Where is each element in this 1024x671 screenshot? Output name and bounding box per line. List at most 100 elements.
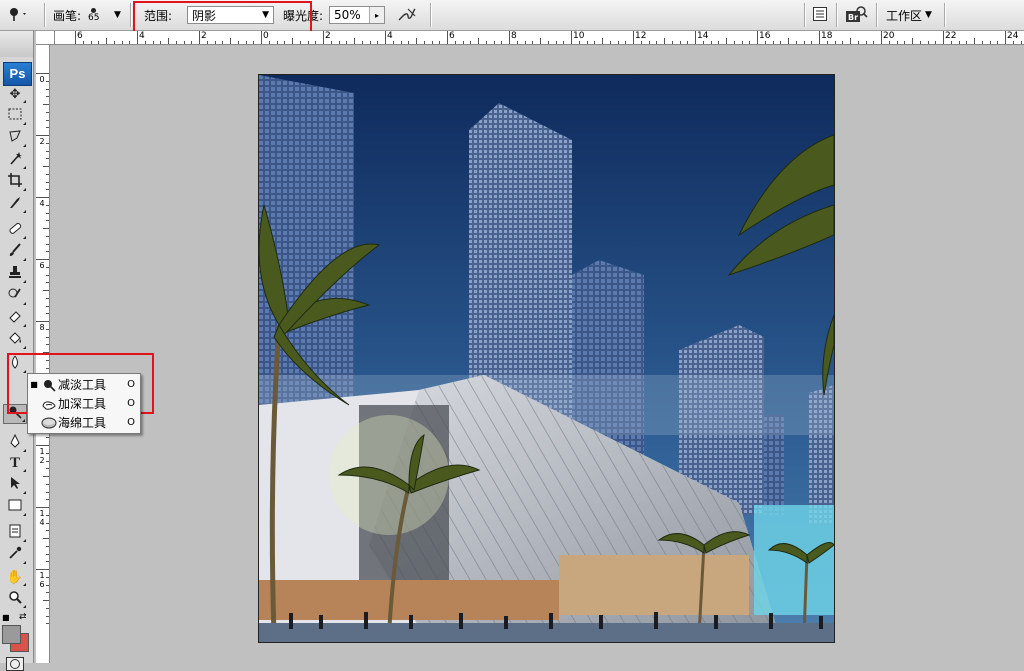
ruler-tick [43,538,49,539]
dodge-tool-menu-item[interactable]: ■ 减淡工具 O [28,375,140,394]
ruler-tick [834,41,836,44]
workspace-menu[interactable]: 工作区 ▼ [886,0,932,30]
ruler-tick-label: 1 4 [39,509,45,527]
sponge-icon [40,416,58,430]
slice-tool[interactable] [3,194,27,214]
quick-mask-icon [10,659,20,669]
ruler-tick [710,41,712,44]
ruler-tick [46,181,49,183]
pen-tool[interactable] [3,433,27,453]
magnifier-icon [8,590,22,608]
marquee-tool[interactable] [3,106,27,126]
foreground-color-swatch[interactable] [2,625,21,644]
ruler-tick [904,41,906,44]
ruler-tick [447,31,448,44]
ruler-tick [338,41,340,44]
ruler-tick [46,313,49,315]
ruler-tick [46,150,49,152]
ruler-tick [943,31,944,44]
ruler-tick [470,41,472,44]
horizontal-ruler[interactable]: 6 4 2 0 2 4 6 8 10 12 14 16 18 20 22 24 [55,31,1024,45]
ruler-tick [46,142,49,144]
exposure-slider-button[interactable]: ▸ [369,7,384,23]
options-bar: 画笔: 65 ▼ 范围: 阴影 ▼ 曝光度: 50% ▸ Br 工作区 ▼ [0,0,1024,31]
ruler-tick [640,41,642,44]
zoom-tool[interactable] [3,589,27,609]
burn-tool-menu-item[interactable]: 加深工具 O [28,394,140,413]
ruler-tick-label: 14 [697,31,709,41]
move-tool[interactable]: ✥ [3,84,27,104]
ruler-tick [555,41,557,44]
ruler-tick [137,31,138,44]
toolbox-title-bar[interactable] [0,31,33,57]
blur-tool[interactable] [3,354,27,374]
ruler-tick [43,476,49,477]
paint-bucket-tool[interactable] [3,330,27,350]
eyedropper-tool[interactable] [3,545,27,565]
history-brush-tool[interactable] [3,286,27,306]
type-tool[interactable]: T [3,453,27,473]
shape-tool[interactable] [3,497,27,517]
svg-text:Br: Br [848,13,858,22]
airbrush-toggle[interactable] [397,0,417,30]
magic-wand-tool[interactable] [3,150,27,170]
ruler-tick [850,38,851,44]
vertical-ruler[interactable]: 024681 01 21 41 6 [36,45,50,663]
dodge-icon [8,405,22,423]
crop-tool[interactable] [3,172,27,192]
ruler-tick [168,38,169,44]
slice-icon [8,195,22,213]
ruler-tick [46,173,49,175]
ruler-tick-label: 1 2 [39,447,45,465]
ruler-tick [75,31,76,44]
lasso-tool[interactable] [3,128,27,148]
crop-icon [8,173,22,191]
brush-label: 画笔: [53,8,82,23]
ruler-tick [772,41,774,44]
ruler-tick [865,41,867,44]
ruler-tick [214,41,216,44]
ruler-tick [912,38,913,44]
ruler-tick [431,41,433,44]
sponge-tool-menu-item[interactable]: 海绵工具 O [28,413,140,432]
shortcut-key: O [127,379,135,390]
ruler-tick [46,274,49,276]
paint-bucket-icon [8,331,22,349]
ruler-tick [532,41,534,44]
ruler-tick [46,468,49,470]
ruler-tick [43,352,49,353]
ruler-tick-label: 1 6 [39,571,45,589]
ruler-tick [966,41,968,44]
healing-brush-tool[interactable] [3,220,27,240]
notes-tool[interactable] [3,523,27,543]
ruler-tick [927,41,929,44]
range-select[interactable]: 阴影 ▼ [187,6,274,24]
clone-stamp-tool[interactable] [3,264,27,284]
ruler-tick-label: 4 [139,31,145,41]
tool-flyout-menu: ■ 减淡工具 O 加深工具 O 海绵工具 O [27,373,141,434]
brush-tool[interactable] [3,242,27,262]
brush-dropdown-button[interactable]: ▼ [114,0,121,30]
chevron-down-icon: ▼ [262,10,269,20]
quick-mask-button[interactable] [6,657,24,671]
ruler-tick [191,41,193,44]
dodge-tool[interactable] [3,404,27,424]
bridge-icon: Br [844,5,868,26]
hand-tool[interactable]: ✋ [3,567,27,587]
chevron-down-icon: ▼ [925,10,932,20]
ruler-tick [377,41,379,44]
eraser-tool[interactable] [3,308,27,328]
path-selection-tool[interactable] [3,475,27,495]
document-canvas[interactable] [258,74,835,643]
swap-colors-icon[interactable]: ⇄ [19,612,27,622]
panel-toggle-button[interactable] [812,0,828,30]
default-colors-icon[interactable]: ■ [2,613,10,622]
exposure-input[interactable]: 50% ▸ [329,6,385,24]
ruler-tick [46,204,49,206]
bridge-button[interactable]: Br [844,0,868,30]
brush-picker[interactable]: 65 [88,0,99,30]
ruler-tick [788,38,789,44]
ruler-origin[interactable] [36,31,55,45]
ruler-tick [46,623,49,625]
tool-preset-picker[interactable] [6,0,28,30]
